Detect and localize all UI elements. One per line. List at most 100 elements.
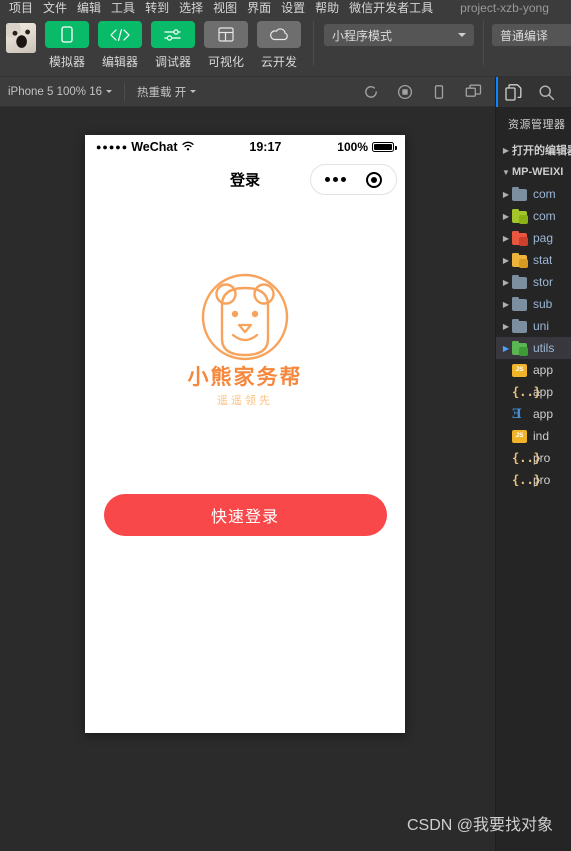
battery-icon bbox=[372, 142, 397, 152]
folder-icon bbox=[512, 252, 528, 268]
folder-icon bbox=[512, 296, 528, 311]
menu-item-goto[interactable]: 转到 bbox=[140, 2, 174, 15]
files-icon[interactable] bbox=[496, 76, 522, 107]
chevron-right-icon[interactable]: ▶ bbox=[500, 322, 512, 331]
hot-reload-value: 热重载 开 bbox=[137, 86, 187, 99]
device-select-value: iPhone 5 100% 16 bbox=[8, 85, 102, 98]
menu-item-edit[interactable]: 编辑 bbox=[72, 2, 106, 15]
tree-item-label: utils bbox=[533, 341, 555, 355]
toolbar-divider-1 bbox=[313, 21, 314, 65]
project-title: project-xzb-yong bbox=[460, 1, 549, 15]
battery-percent: 100% bbox=[337, 140, 368, 154]
search-icon[interactable] bbox=[538, 84, 555, 101]
folder-icon bbox=[512, 230, 528, 246]
toolbar-label-cloud: 云开发 bbox=[260, 55, 297, 69]
mode-select[interactable]: 小程序模式 bbox=[324, 24, 474, 46]
preview-phone-icon[interactable] bbox=[431, 84, 447, 100]
menu-item-tools[interactable]: 工具 bbox=[106, 2, 140, 15]
tree-item-label: com bbox=[533, 209, 556, 223]
phone-icon bbox=[45, 21, 89, 48]
toolbar-label-editor: 编辑器 bbox=[101, 55, 138, 69]
brand-name: 小熊家务帮 bbox=[187, 365, 303, 389]
tree-item-label: stat bbox=[533, 253, 553, 267]
tree-item-com[interactable]: ▶ com bbox=[496, 183, 571, 205]
wifi-icon bbox=[181, 140, 194, 154]
user-avatar[interactable] bbox=[6, 23, 36, 53]
tree-item-stat[interactable]: ▶ stat bbox=[496, 249, 571, 271]
folder-icon bbox=[512, 274, 528, 289]
tree-item-utils[interactable]: ▶ utils bbox=[496, 337, 571, 359]
cloud-icon bbox=[257, 21, 301, 48]
json-file-icon: {..} bbox=[512, 473, 541, 487]
bear-logo-icon bbox=[195, 267, 295, 367]
record-icon[interactable] bbox=[397, 84, 413, 100]
subbar-icon-group bbox=[363, 84, 495, 100]
folder-icon bbox=[512, 208, 528, 224]
layout-icon bbox=[204, 21, 248, 48]
phone-status-bar: ●●●●● WeChat 19:17 100% bbox=[85, 135, 405, 159]
phone-simulator: ●●●●● WeChat 19:17 100% 登录 小熊家务帮 遥遥领先 快速… bbox=[85, 135, 405, 733]
toolbar-button-simulator[interactable]: 模拟器 bbox=[45, 21, 89, 70]
toolbar-button-cloud[interactable]: 云开发 bbox=[257, 21, 301, 70]
toolbar-button-group: 模拟器 编辑器 调试器 可视化 云开发 bbox=[45, 21, 301, 70]
tree-item-label: pag bbox=[533, 231, 554, 245]
menu-item-devtools[interactable]: 微信开发者工具 bbox=[344, 2, 438, 15]
activity-bar bbox=[496, 76, 571, 107]
chevron-right-icon[interactable]: ▶ bbox=[500, 234, 512, 243]
wechat-capsule[interactable] bbox=[310, 164, 397, 195]
menu-item-select[interactable]: 选择 bbox=[174, 2, 208, 15]
toolbar-button-debugger[interactable]: 调试器 bbox=[151, 21, 195, 70]
menu-item-interface[interactable]: 界面 bbox=[242, 2, 276, 15]
compile-select[interactable]: 普通编译 bbox=[492, 24, 571, 46]
watermark: CSDN @我要找对象 bbox=[406, 817, 553, 834]
refresh-icon[interactable] bbox=[363, 84, 379, 100]
hot-reload-select[interactable]: 热重载 开 bbox=[129, 84, 204, 100]
status-left: ●●●●● WeChat bbox=[96, 140, 194, 154]
js-file-icon: JS bbox=[512, 363, 528, 377]
menu-item-settings[interactable]: 设置 bbox=[276, 2, 310, 15]
tree-item-pag[interactable]: ▶ pag bbox=[496, 227, 571, 249]
detach-window-icon[interactable] bbox=[465, 84, 482, 100]
target-icon[interactable] bbox=[366, 171, 382, 188]
menu-item-project[interactable]: 项目 bbox=[4, 2, 38, 15]
tree-item-pro[interactable]: {..} pro bbox=[496, 447, 571, 469]
chevron-right-icon[interactable]: ▶ bbox=[500, 300, 512, 309]
tree-item-com[interactable]: ▶ com bbox=[496, 205, 571, 227]
phone-nav-bar: 登录 bbox=[85, 159, 405, 199]
chevron-right-icon[interactable]: ▶ bbox=[500, 256, 512, 265]
toolbar-button-visualization[interactable]: 可视化 bbox=[204, 21, 248, 70]
tree-item-label: com bbox=[533, 187, 556, 201]
menu-item-file[interactable]: 文件 bbox=[38, 2, 72, 15]
tree-section-open-editors[interactable]: ▶ 打开的编辑器 bbox=[496, 139, 571, 161]
tree-section-mp-weixin[interactable]: ▼ MP-WEIXI bbox=[496, 161, 571, 183]
tree-item-label: sub bbox=[533, 297, 553, 311]
chevron-right-icon[interactable]: ▶ bbox=[500, 278, 512, 287]
chevron-down-icon bbox=[458, 33, 466, 37]
toolbar-label-simulator: 模拟器 bbox=[48, 55, 85, 69]
tree-item-app[interactable]: Ǝapp bbox=[496, 403, 571, 425]
tree-item-pro[interactable]: {..} pro bbox=[496, 469, 571, 491]
chevron-right-icon: ▶ bbox=[502, 145, 510, 155]
chevron-right-icon[interactable]: ▶ bbox=[500, 344, 512, 353]
quick-login-button[interactable]: 快速登录 bbox=[103, 494, 387, 536]
device-select[interactable]: iPhone 5 100% 16 bbox=[0, 86, 120, 98]
menu-item-help[interactable]: 帮助 bbox=[310, 2, 344, 15]
menu-item-view[interactable]: 视图 bbox=[208, 2, 242, 15]
chevron-right-icon[interactable]: ▶ bbox=[500, 212, 512, 221]
explorer-panel: 资源管理器 ▶ 打开的编辑器 ▼ MP-WEIXI ▶ com ▶ com ▶ pag ▶ s… bbox=[495, 76, 571, 851]
tree-item-label: ind bbox=[533, 429, 550, 443]
code-icon bbox=[98, 21, 142, 48]
chevron-right-icon[interactable]: ▶ bbox=[500, 190, 512, 199]
tree-item-app[interactable]: {..} app bbox=[496, 381, 571, 403]
chevron-down-icon bbox=[106, 90, 112, 93]
file-tree: ▶ com ▶ com ▶ pag ▶ stat ▶ stor ▶ sub ▶ uni ▶ utils JS ap… bbox=[496, 183, 571, 491]
toolbar-button-editor[interactable]: 编辑器 bbox=[98, 21, 142, 70]
tree-item-stor[interactable]: ▶ stor bbox=[496, 271, 571, 293]
tree-item-uni[interactable]: ▶ uni bbox=[496, 315, 571, 337]
css-file-icon: Ǝ bbox=[512, 407, 522, 422]
more-dots-icon[interactable] bbox=[325, 177, 346, 182]
tree-item-sub[interactable]: ▶ sub bbox=[496, 293, 571, 315]
tree-item-ind[interactable]: JS ind bbox=[496, 425, 571, 447]
tree-item-app[interactable]: JS app bbox=[496, 359, 571, 381]
json-file-icon: {..} bbox=[512, 385, 541, 399]
